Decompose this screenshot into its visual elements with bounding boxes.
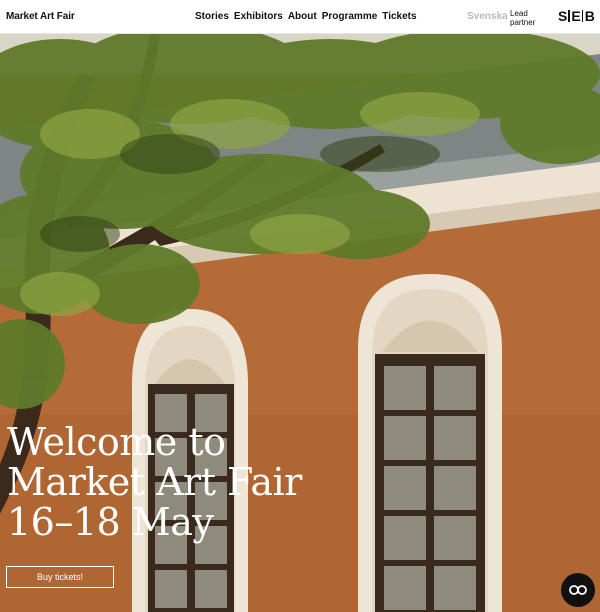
site-header: Market Art Fair Stories Exhibitors About… xyxy=(0,0,600,34)
buy-tickets-button[interactable]: Buy tickets! xyxy=(6,566,114,588)
nav-item-programme[interactable]: Programme xyxy=(322,11,378,22)
chat-button[interactable] xyxy=(561,573,595,607)
lead-partner-label: Lead partner xyxy=(510,9,536,27)
chat-bubble-icon xyxy=(569,585,587,595)
nav-item-exhibitors[interactable]: Exhibitors xyxy=(234,11,283,22)
headline-line-1: Welcome to xyxy=(7,420,226,464)
nav-item-tickets[interactable]: Tickets xyxy=(382,11,416,22)
hero-section: Welcome to Market Art Fair 16–18 May Buy… xyxy=(0,34,600,612)
hero-headline: Welcome to Market Art Fair 16–18 May xyxy=(7,422,427,542)
nav-item-stories[interactable]: Stories xyxy=(195,11,229,22)
site-logo[interactable]: Market Art Fair xyxy=(6,11,75,22)
nav-item-about[interactable]: About xyxy=(288,11,317,22)
seb-logo[interactable]: SEB xyxy=(558,8,595,24)
main-nav: Stories Exhibitors About Programme Ticke… xyxy=(195,11,417,22)
language-switch[interactable]: Svenska xyxy=(467,11,508,22)
headline-line-3: 16–18 May xyxy=(7,500,214,544)
headline-line-2: Market Art Fair xyxy=(7,460,302,504)
